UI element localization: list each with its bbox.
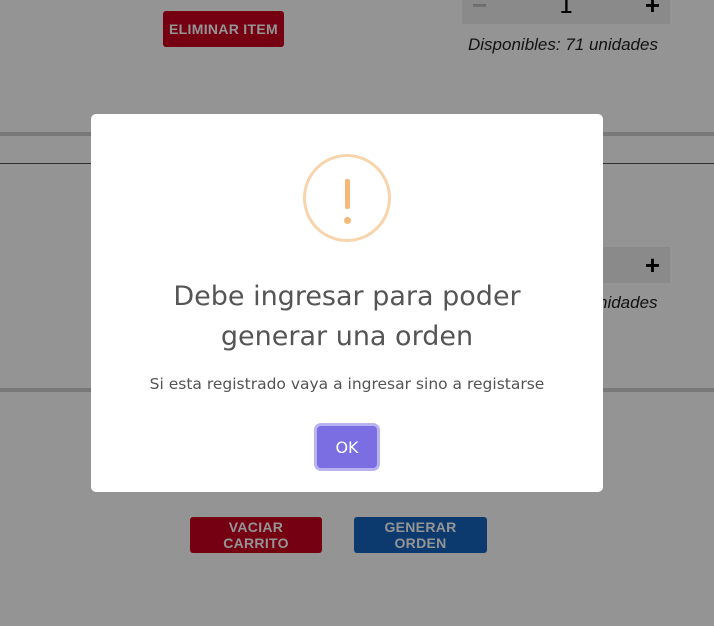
modal-title-line: generar una orden: [220, 321, 474, 352]
modal-text: Si esta registrado vaya a ingresar sino …: [149, 375, 545, 393]
ok-button[interactable]: OK: [317, 426, 377, 468]
warning-icon-bar: [345, 179, 350, 209]
alert-modal: Debe ingresar para poder generar una ord…: [91, 114, 603, 492]
page: ELIMINAR ITEM − 1 + Disponibles: 71 unid…: [0, 0, 714, 626]
modal-title: Debe ingresar para poder generar una ord…: [111, 277, 583, 357]
warning-icon-dot: [344, 217, 351, 224]
warning-icon: [303, 154, 391, 242]
modal-title-line: Debe ingresar para poder: [173, 281, 521, 312]
